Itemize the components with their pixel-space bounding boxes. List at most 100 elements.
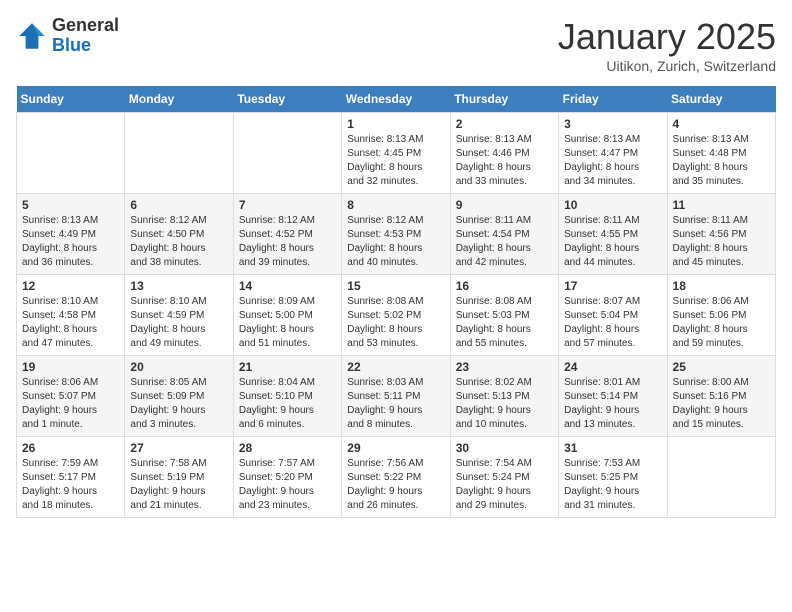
day-number: 30	[456, 441, 553, 455]
calendar-cell: 29 Sunrise: 7:56 AM Sunset: 5:22 PM Dayli…	[342, 437, 450, 518]
calendar-cell: 7 Sunrise: 8:12 AM Sunset: 4:52 PM Daylig…	[233, 194, 341, 275]
logo-icon	[16, 20, 48, 52]
day-number: 1	[347, 117, 444, 131]
month-title: January 2025	[558, 16, 776, 58]
calendar-cell: 1 Sunrise: 8:13 AM Sunset: 4:45 PM Daylig…	[342, 113, 450, 194]
day-number: 31	[564, 441, 661, 455]
calendar-cell	[125, 113, 233, 194]
day-number: 9	[456, 198, 553, 212]
day-info: Sunrise: 7:59 AM Sunset: 5:17 PM Dayligh…	[22, 457, 119, 513]
calendar-body: 1 Sunrise: 8:13 AM Sunset: 4:45 PM Daylig…	[17, 113, 776, 518]
day-info: Sunrise: 8:05 AM Sunset: 5:09 PM Dayligh…	[130, 376, 227, 432]
day-number: 4	[673, 117, 770, 131]
day-number: 28	[239, 441, 336, 455]
calendar-cell: 12 Sunrise: 8:10 AM Sunset: 4:58 PM Dayli…	[17, 275, 125, 356]
calendar-week-4: 19 Sunrise: 8:06 AM Sunset: 5:07 PM Dayli…	[17, 356, 776, 437]
calendar-cell: 17 Sunrise: 8:07 AM Sunset: 5:04 PM Dayli…	[559, 275, 667, 356]
calendar-cell: 11 Sunrise: 8:11 AM Sunset: 4:56 PM Dayli…	[667, 194, 775, 275]
weekday-sunday: Sunday	[17, 86, 125, 113]
calendar-cell: 10Sunrise: 8:11 AM Sunset: 4:55 PM Dayli…	[559, 194, 667, 275]
calendar-cell	[17, 113, 125, 194]
day-number: 17	[564, 279, 661, 293]
day-number: 26	[22, 441, 119, 455]
calendar-cell: 8 Sunrise: 8:12 AM Sunset: 4:53 PM Daylig…	[342, 194, 450, 275]
day-number: 29	[347, 441, 444, 455]
logo: General Blue	[16, 16, 119, 56]
calendar-week-2: 5Sunrise: 8:13 AM Sunset: 4:49 PM Daylig…	[17, 194, 776, 275]
weekday-thursday: Thursday	[450, 86, 558, 113]
calendar-cell: 26 Sunrise: 7:59 AM Sunset: 5:17 PM Dayli…	[17, 437, 125, 518]
day-number: 8	[347, 198, 444, 212]
weekday-friday: Friday	[559, 86, 667, 113]
day-number: 7	[239, 198, 336, 212]
location-subtitle: Uitikon, Zurich, Switzerland	[558, 58, 776, 74]
day-info: Sunrise: 8:06 AM Sunset: 5:07 PM Dayligh…	[22, 376, 119, 432]
calendar-cell: 5Sunrise: 8:13 AM Sunset: 4:49 PM Daylig…	[17, 194, 125, 275]
logo-text: General Blue	[52, 16, 119, 56]
day-number: 6	[130, 198, 227, 212]
day-number: 11	[673, 198, 770, 212]
day-info: Sunrise: 8:13 AM Sunset: 4:45 PM Dayligh…	[347, 133, 444, 189]
day-info: Sunrise: 7:57 AM Sunset: 5:20 PM Dayligh…	[239, 457, 336, 513]
title-block: January 2025 Uitikon, Zurich, Switzerlan…	[558, 16, 776, 74]
day-info: Sunrise: 8:11 AM Sunset: 4:54 PM Dayligh…	[456, 214, 553, 270]
logo-general: General	[52, 15, 119, 35]
day-number: 22	[347, 360, 444, 374]
day-info: Sunrise: 8:12 AM Sunset: 4:52 PM Dayligh…	[239, 214, 336, 270]
calendar-cell: 6 Sunrise: 8:12 AM Sunset: 4:50 PM Daylig…	[125, 194, 233, 275]
day-info: Sunrise: 8:09 AM Sunset: 5:00 PM Dayligh…	[239, 295, 336, 351]
day-info: Sunrise: 8:13 AM Sunset: 4:48 PM Dayligh…	[673, 133, 770, 189]
day-info: Sunrise: 8:11 AM Sunset: 4:56 PM Dayligh…	[673, 214, 770, 270]
day-info: Sunrise: 8:02 AM Sunset: 5:13 PM Dayligh…	[456, 376, 553, 432]
calendar-cell: 30Sunrise: 7:54 AM Sunset: 5:24 PM Dayli…	[450, 437, 558, 518]
day-info: Sunrise: 8:13 AM Sunset: 4:47 PM Dayligh…	[564, 133, 661, 189]
day-number: 25	[673, 360, 770, 374]
calendar-cell: 27Sunrise: 7:58 AM Sunset: 5:19 PM Dayli…	[125, 437, 233, 518]
day-info: Sunrise: 8:12 AM Sunset: 4:53 PM Dayligh…	[347, 214, 444, 270]
calendar-cell: 14 Sunrise: 8:09 AM Sunset: 5:00 PM Dayli…	[233, 275, 341, 356]
day-info: Sunrise: 8:12 AM Sunset: 4:50 PM Dayligh…	[130, 214, 227, 270]
calendar-cell: 2 Sunrise: 8:13 AM Sunset: 4:46 PM Daylig…	[450, 113, 558, 194]
day-number: 12	[22, 279, 119, 293]
day-number: 2	[456, 117, 553, 131]
calendar-cell	[233, 113, 341, 194]
day-number: 21	[239, 360, 336, 374]
day-info: Sunrise: 8:10 AM Sunset: 4:59 PM Dayligh…	[130, 295, 227, 351]
calendar-cell: 3Sunrise: 8:13 AM Sunset: 4:47 PM Daylig…	[559, 113, 667, 194]
day-number: 15	[347, 279, 444, 293]
calendar-cell: 20Sunrise: 8:05 AM Sunset: 5:09 PM Dayli…	[125, 356, 233, 437]
day-number: 13	[130, 279, 227, 293]
day-info: Sunrise: 8:07 AM Sunset: 5:04 PM Dayligh…	[564, 295, 661, 351]
day-number: 23	[456, 360, 553, 374]
day-info: Sunrise: 7:56 AM Sunset: 5:22 PM Dayligh…	[347, 457, 444, 513]
weekday-monday: Monday	[125, 86, 233, 113]
calendar-header: SundayMondayTuesdayWednesdayThursdayFrid…	[17, 86, 776, 113]
calendar-cell: 9 Sunrise: 8:11 AM Sunset: 4:54 PM Daylig…	[450, 194, 558, 275]
calendar-cell: 24Sunrise: 8:01 AM Sunset: 5:14 PM Dayli…	[559, 356, 667, 437]
weekday-header-row: SundayMondayTuesdayWednesdayThursdayFrid…	[17, 86, 776, 113]
day-info: Sunrise: 7:53 AM Sunset: 5:25 PM Dayligh…	[564, 457, 661, 513]
calendar-cell: 31 Sunrise: 7:53 AM Sunset: 5:25 PM Dayli…	[559, 437, 667, 518]
day-info: Sunrise: 8:10 AM Sunset: 4:58 PM Dayligh…	[22, 295, 119, 351]
calendar-cell: 19 Sunrise: 8:06 AM Sunset: 5:07 PM Dayli…	[17, 356, 125, 437]
calendar-week-1: 1 Sunrise: 8:13 AM Sunset: 4:45 PM Daylig…	[17, 113, 776, 194]
calendar-cell	[667, 437, 775, 518]
day-number: 5	[22, 198, 119, 212]
day-info: Sunrise: 8:03 AM Sunset: 5:11 PM Dayligh…	[347, 376, 444, 432]
day-info: Sunrise: 8:00 AM Sunset: 5:16 PM Dayligh…	[673, 376, 770, 432]
calendar-cell: 15Sunrise: 8:08 AM Sunset: 5:02 PM Dayli…	[342, 275, 450, 356]
calendar-cell: 18Sunrise: 8:06 AM Sunset: 5:06 PM Dayli…	[667, 275, 775, 356]
logo-blue: Blue	[52, 35, 91, 55]
day-number: 14	[239, 279, 336, 293]
day-info: Sunrise: 8:08 AM Sunset: 5:03 PM Dayligh…	[456, 295, 553, 351]
day-number: 19	[22, 360, 119, 374]
calendar-cell: 16Sunrise: 8:08 AM Sunset: 5:03 PM Dayli…	[450, 275, 558, 356]
calendar-cell: 13 Sunrise: 8:10 AM Sunset: 4:59 PM Dayli…	[125, 275, 233, 356]
day-info: Sunrise: 8:06 AM Sunset: 5:06 PM Dayligh…	[673, 295, 770, 351]
calendar-cell: 23 Sunrise: 8:02 AM Sunset: 5:13 PM Dayli…	[450, 356, 558, 437]
day-number: 10	[564, 198, 661, 212]
day-info: Sunrise: 7:58 AM Sunset: 5:19 PM Dayligh…	[130, 457, 227, 513]
weekday-saturday: Saturday	[667, 86, 775, 113]
day-info: Sunrise: 8:13 AM Sunset: 4:46 PM Dayligh…	[456, 133, 553, 189]
page-header: General Blue January 2025 Uitikon, Zuric…	[16, 16, 776, 74]
